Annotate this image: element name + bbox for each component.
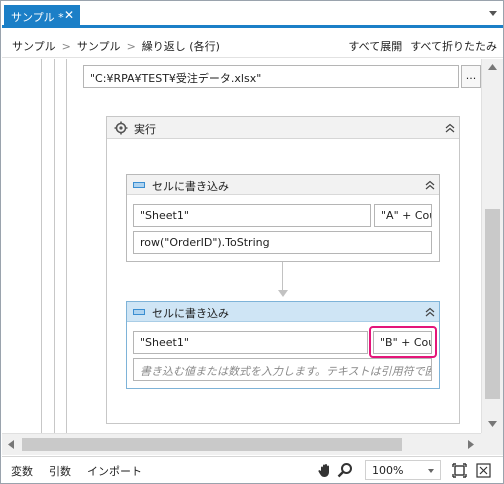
hand-icon[interactable] <box>315 460 335 480</box>
breadcrumb-item[interactable]: 繰り返し (各行) <box>142 38 220 54</box>
container-border <box>66 59 67 433</box>
collapse-chevron-icon[interactable] <box>423 305 437 319</box>
scroll-down-icon[interactable] <box>488 421 497 427</box>
zoom-value: 100% <box>372 464 404 477</box>
designer-statusbar: 変数 引数 インポート 100% <box>2 456 503 483</box>
document-tab-bar: サンプル * ✕ <box>2 2 503 28</box>
horizontal-scrollbar[interactable] <box>2 433 481 455</box>
vertical-scrollbar[interactable] <box>481 59 503 433</box>
collapse-chevron-icon[interactable] <box>443 121 457 135</box>
cell-range-field[interactable]: "A" + Cou <box>374 204 432 227</box>
sheet-name-field[interactable]: "Sheet1" <box>133 204 371 227</box>
breadcrumb-item[interactable]: サンプル <box>77 38 121 54</box>
scrollbar-corner <box>481 433 503 455</box>
sequence-header[interactable]: 実行 <box>107 117 459 139</box>
breadcrumb-actions: すべて展開 すべて折りたたみ <box>348 38 497 54</box>
designer-window: サンプル * ✕ サンプル > サンプル > 繰り返し (各行) すべて展開 す… <box>0 0 504 484</box>
write-cell-activity-2[interactable]: セルに書き込み "Sheet1" "B" + Cou 書き込む値または数式を入力… <box>126 301 440 389</box>
collapse-all-button[interactable]: すべて折りたたみ <box>410 38 497 54</box>
activity-title: セルに書き込み <box>152 180 229 193</box>
overview-icon[interactable] <box>473 460 493 480</box>
highlight-annotation <box>369 326 437 358</box>
collapse-chevron-icon[interactable] <box>423 178 437 192</box>
activity-icon <box>133 309 145 315</box>
chevron-down-icon <box>428 469 434 473</box>
fit-icon[interactable] <box>449 460 469 480</box>
view-controls: 100% <box>315 460 493 480</box>
workbook-path-field[interactable]: "C:¥RPA¥TEST¥受注データ.xlsx" <box>83 65 459 88</box>
activity-title: セルに書き込み <box>152 307 229 320</box>
breadcrumb: サンプル > サンプル > 繰り返し (各行) <box>12 38 220 54</box>
activity-icon <box>133 182 145 188</box>
panel-tabs: 変数 引数 インポート <box>11 463 142 479</box>
horizontal-scroll-thumb[interactable] <box>22 438 402 451</box>
gear-icon <box>114 121 128 135</box>
container-border <box>41 59 42 433</box>
zoom-icon[interactable] <box>335 460 355 480</box>
scroll-left-icon[interactable] <box>8 440 14 449</box>
variables-tab[interactable]: 変数 <box>11 463 33 479</box>
activity-header[interactable]: セルに書き込み <box>127 302 439 322</box>
container-border <box>54 59 55 433</box>
document-tab[interactable]: サンプル * ✕ <box>4 5 80 27</box>
zoom-select[interactable]: 100% <box>365 460 441 480</box>
close-icon[interactable]: ✕ <box>64 8 74 22</box>
cell-value-field[interactable]: row("OrderID").ToString <box>133 231 432 254</box>
cell-value-field[interactable]: 書き込む値または数式を入力します。テキストは引用符で囲む <box>133 358 432 381</box>
arguments-tab[interactable]: 引数 <box>49 463 71 479</box>
scroll-up-icon[interactable] <box>488 64 497 70</box>
vertical-scroll-thumb[interactable] <box>485 209 500 399</box>
chevron-right-icon: > <box>61 39 71 53</box>
dropdown-icon[interactable] <box>489 11 497 16</box>
expand-all-button[interactable]: すべて展開 <box>348 38 402 54</box>
workflow-canvas: "C:¥RPA¥TEST¥受注データ.xlsx" ... 実行 セルに書き込み <box>2 59 481 433</box>
write-cell-activity-1[interactable]: セルに書き込み "Sheet1" "A" + Cou row("OrderID"… <box>126 174 440 262</box>
scroll-right-icon[interactable] <box>468 440 474 449</box>
imports-tab[interactable]: インポート <box>87 463 142 479</box>
chevron-right-icon: > <box>126 39 136 53</box>
breadcrumb-item[interactable]: サンプル <box>12 38 56 54</box>
activity-header[interactable]: セルに書き込み <box>127 175 439 195</box>
sheet-name-field[interactable]: "Sheet1" <box>133 331 368 354</box>
flow-arrow-icon <box>278 290 288 297</box>
sequence-title: 実行 <box>134 123 156 136</box>
browse-button[interactable]: ... <box>461 65 481 88</box>
document-tab-label: サンプル * <box>11 11 64 24</box>
breadcrumb-bar: サンプル > サンプル > 繰り返し (各行) すべて展開 すべて折りたたみ <box>2 31 503 58</box>
flow-connector <box>282 262 283 292</box>
